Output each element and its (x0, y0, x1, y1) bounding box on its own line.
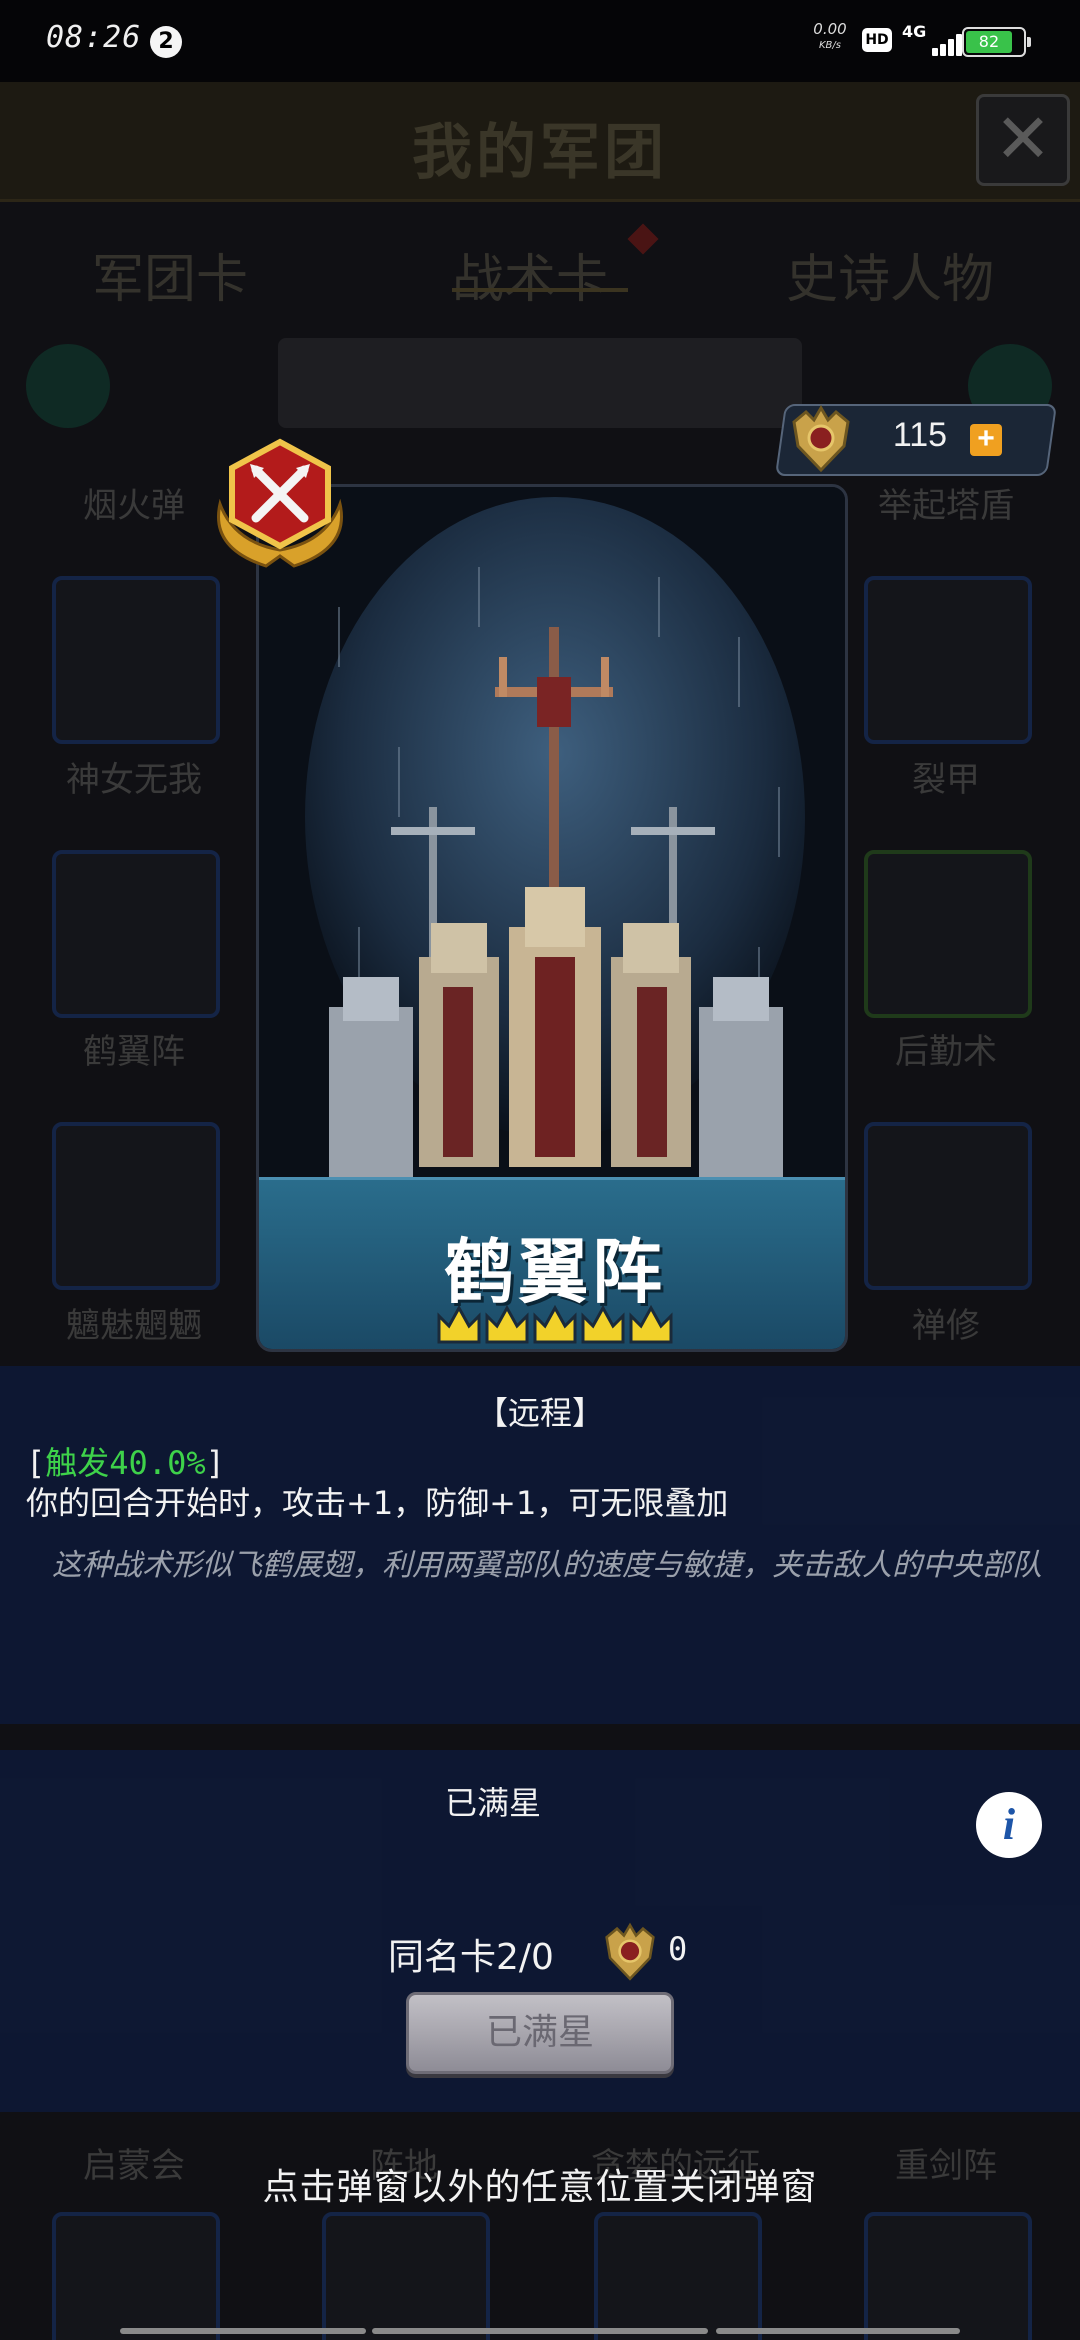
add-currency-button[interactable]: + (970, 424, 1002, 456)
status-time: 08:26 (46, 20, 142, 55)
max-star-button[interactable]: 已满星 (406, 1992, 674, 2074)
card-thumbnail[interactable] (52, 2212, 220, 2340)
trigger-open-bracket: [ (26, 1444, 46, 1482)
trigger-close-bracket: ] (205, 1444, 225, 1482)
trigger-rate-text: 触发40.0% (45, 1444, 206, 1482)
background-header: 我的军团 ✕ (0, 82, 1080, 202)
card-thumbnail[interactable] (322, 2212, 490, 2340)
status-bar: 08:26 2 0.00 KB/s HD 4G 82 (0, 0, 1080, 82)
hd-icon: HD (862, 28, 892, 52)
duplicate-card-count: 0 (668, 1930, 688, 1968)
max-star-button-label: 已满星 (485, 2012, 594, 2053)
featured-card: 鹤翼阵 (256, 484, 848, 1352)
network-speed: 0.00 KB/s (808, 20, 852, 51)
background-tabs: 军团卡 战术卡 史诗人物 (0, 207, 1080, 317)
card-thumbnail[interactable] (864, 1122, 1032, 1290)
info-icon[interactable]: i (976, 1792, 1042, 1858)
search-input[interactable] (278, 338, 802, 428)
card-label: 裂甲 (912, 760, 980, 800)
star-status: 已满星 (444, 1784, 541, 1822)
card-thumbnail[interactable] (594, 2212, 762, 2340)
card-thumbnail[interactable] (52, 1122, 220, 1290)
card-type: 【远程】 (475, 1394, 604, 1432)
duplicate-card-label: 同名卡2/0 (388, 1937, 554, 1978)
crown-star-icon (437, 1304, 481, 1344)
card-label: 禅修 (912, 1306, 980, 1346)
crown-star-icon (581, 1304, 625, 1344)
card-label: 鹤翼阵 (83, 1032, 185, 1072)
home-indicator (716, 2328, 960, 2334)
eagle-emblem-icon (792, 405, 850, 473)
crown-star-icon (485, 1304, 529, 1344)
card-label: 后勤术 (895, 1032, 997, 1072)
card-thumbnail[interactable] (52, 850, 220, 1018)
card-lore: 这种战术形似飞鹤展翅，利用两翼部队的速度与敏捷，夹击敌人的中央部队 (52, 1548, 1042, 1583)
signal-icon (916, 30, 962, 56)
list-icon[interactable] (26, 344, 110, 428)
notification-badge: 2 (150, 26, 182, 58)
battery-level: 82 (966, 31, 1012, 53)
star-rating (437, 1304, 673, 1344)
card-thumbnail[interactable] (864, 850, 1032, 1018)
card-artwork (259, 487, 845, 1177)
card-thumbnail[interactable] (864, 576, 1032, 744)
network-speed-value: 0.00 (813, 20, 847, 38)
card-thumbnail[interactable] (52, 576, 220, 744)
battery-icon: 82 (962, 27, 1031, 57)
card-label: 神女无我 (66, 760, 202, 800)
close-icon[interactable]: ✕ (976, 94, 1070, 186)
card-name-banner: 鹤翼阵 (259, 1177, 845, 1349)
home-indicator (120, 2328, 366, 2334)
crown-star-icon (533, 1304, 577, 1344)
card-label: 举起塔盾 (878, 486, 1014, 526)
eagle-emblem-icon (605, 1922, 655, 1981)
dismiss-hint: 点击弹窗以外的任意位置关闭弹窗 (262, 2167, 818, 2208)
card-thumbnail[interactable] (864, 2212, 1032, 2340)
upgrade-panel: 已满星 i 同名卡2/0 0 已满星 (0, 1750, 1080, 2112)
tab-epic-heroes[interactable]: 史诗人物 (786, 237, 994, 312)
duplicate-card-row: 同名卡2/0 0 (0, 1920, 1080, 1981)
crown-star-icon (629, 1304, 673, 1344)
rank-badge-icon (217, 438, 343, 568)
tab-underline (452, 288, 628, 292)
card-info-panel: 【远程】 [触发40.0%] 你的回合开始时，攻击+1，防御+1，可无限叠加 这… (0, 1366, 1080, 1724)
tab-legion-cards[interactable]: 军团卡 (92, 237, 248, 312)
network-speed-unit: KB/s (819, 40, 841, 51)
card-label: 魑魅魍魉 (66, 1306, 202, 1346)
card-effect: 你的回合开始时，攻击+1，防御+1，可无限叠加 (26, 1484, 729, 1522)
background-title: 我的军团 (412, 118, 668, 188)
home-indicator (372, 2328, 708, 2334)
currency-value: 115 (892, 416, 948, 454)
tab-tactic-cards[interactable]: 战术卡 (452, 237, 608, 312)
